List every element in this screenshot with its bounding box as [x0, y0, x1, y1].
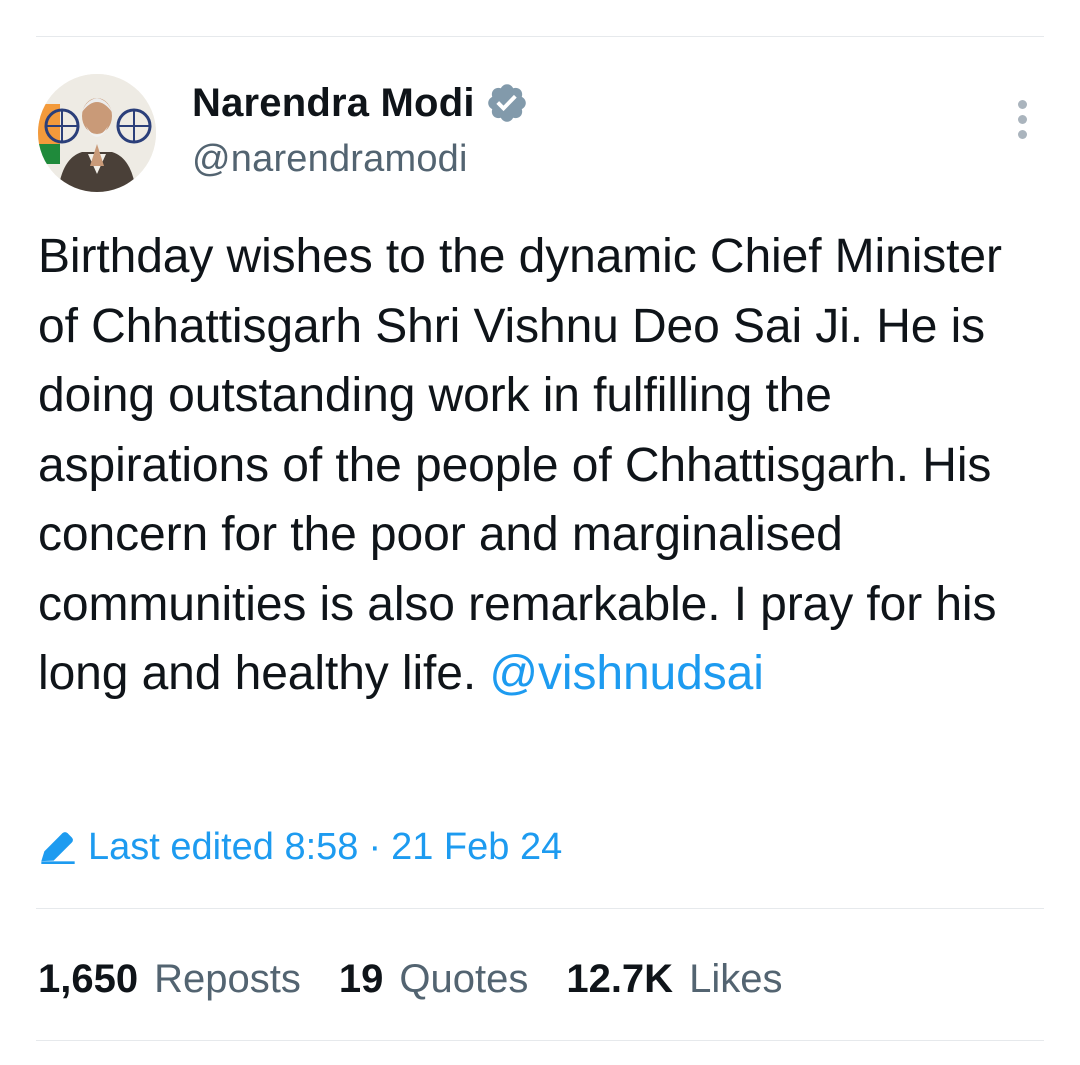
reposts-label: Reposts — [154, 956, 301, 1001]
edited-date[interactable]: 21 Feb 24 — [391, 826, 562, 869]
likes-stat[interactable]: 12.7K Likes — [566, 957, 782, 1002]
likes-count: 12.7K — [566, 956, 674, 1001]
likes-label: Likes — [689, 956, 783, 1001]
name-row: Narendra Modi — [192, 78, 529, 128]
more-options-icon[interactable] — [1010, 100, 1034, 144]
quotes-stat[interactable]: 19 Quotes — [339, 957, 528, 1002]
tweet-text: Birthday wishes to the dynamic Chief Min… — [38, 222, 1048, 709]
quotes-label: Quotes — [399, 956, 529, 1001]
avatar[interactable] — [38, 74, 156, 192]
display-name[interactable]: Narendra Modi — [192, 81, 475, 126]
bottom-divider — [36, 1040, 1044, 1041]
separator-dot: · — [368, 825, 382, 868]
pencil-icon — [41, 832, 75, 864]
verified-badge-icon[interactable] — [485, 81, 529, 125]
reposts-stat[interactable]: 1,650 Reposts — [38, 957, 301, 1002]
engagement-stats: 1,650 Reposts 19 Quotes 12.7K Likes — [38, 952, 820, 1006]
author-names: Narendra Modi @narendramodi — [192, 78, 529, 181]
author-handle[interactable]: @narendramodi — [192, 138, 529, 181]
avatar-image — [38, 74, 156, 192]
top-divider — [36, 36, 1044, 37]
reposts-count: 1,650 — [38, 956, 139, 1001]
mention-link[interactable]: @vishnudsai — [489, 647, 764, 700]
tweet-header: Narendra Modi @narendramodi — [38, 74, 1044, 196]
middle-divider — [36, 908, 1044, 909]
edit-history-row[interactable]: Last edited 8:58 · 21 Feb 24 — [38, 822, 562, 872]
tweet-body: Birthday wishes to the dynamic Chief Min… — [38, 230, 1002, 700]
last-edited-label[interactable]: Last edited 8:58 — [88, 826, 358, 869]
quotes-count: 19 — [338, 956, 384, 1001]
